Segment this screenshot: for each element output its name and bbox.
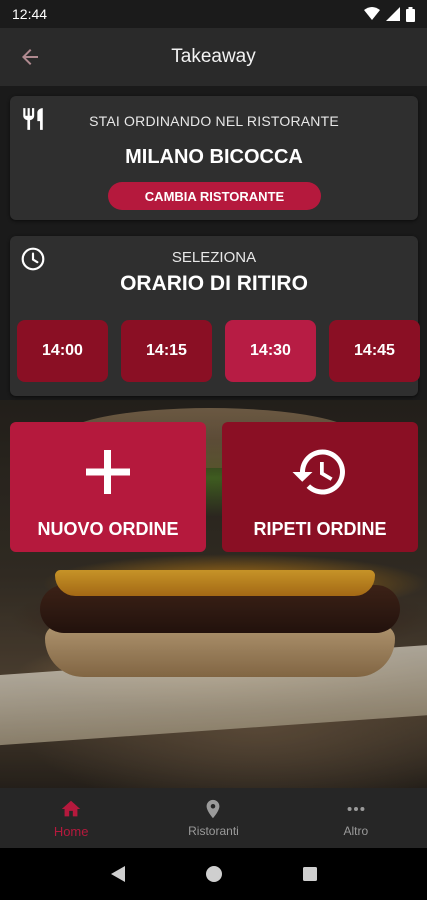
new-order-label: NUOVO ORDINE	[37, 519, 179, 539]
nav-item-altro[interactable]: Altro	[285, 788, 427, 848]
wifi-icon	[364, 7, 380, 20]
nav-item-home[interactable]: Home	[0, 788, 142, 848]
back-arrow-icon[interactable]	[18, 45, 42, 69]
nav-label-ristoranti: Ristoranti	[188, 824, 239, 838]
nav-label-altro: Altro	[343, 824, 369, 838]
plus-icon	[86, 450, 130, 494]
location-pin-icon	[207, 799, 220, 819]
time-slot-list: 14:00 14:15 14:30 14:45	[17, 320, 420, 382]
restaurant-card: STAI ORDINANDO NEL RISTORANTE MILANO BIC…	[10, 96, 418, 220]
nav-item-ristoranti[interactable]: Ristoranti	[142, 788, 284, 848]
restaurant-prefix: STAI ORDINANDO NEL RISTORANTE	[89, 113, 339, 129]
pickup-title: ORARIO DI RITIRO	[120, 272, 308, 295]
time-slot-1400[interactable]: 14:00	[17, 320, 108, 382]
new-order-button[interactable]: NUOVO ORDINE	[10, 422, 206, 552]
signal-icon	[386, 7, 400, 21]
time-slot-1415[interactable]: 14:15	[121, 320, 212, 382]
status-time: 12:44	[12, 6, 48, 22]
more-dots-icon	[347, 806, 365, 812]
system-navigation-bar	[0, 848, 427, 900]
time-slot-1445[interactable]: 14:45	[329, 320, 420, 382]
home-icon	[61, 800, 81, 816]
pickup-prefix: SELEZIONA	[171, 249, 257, 266]
app-bar: Takeaway	[0, 28, 427, 86]
bottom-navigation: Home Ristoranti Altro	[0, 788, 427, 848]
nav-label-home: Home	[53, 823, 89, 839]
status-bar: 12:44	[0, 0, 427, 28]
system-home-icon[interactable]	[205, 865, 223, 883]
system-recents-icon[interactable]	[302, 866, 318, 882]
status-icons	[364, 6, 415, 22]
battery-icon	[406, 6, 415, 22]
repeat-order-label: RIPETI ORDINE	[253, 519, 387, 539]
time-slot-1430[interactable]: 14:30	[225, 320, 316, 382]
page-title: Takeaway	[171, 46, 256, 67]
pickup-time-card: SELEZIONA ORARIO DI RITIRO 14:00 14:15 1…	[10, 236, 420, 396]
history-icon	[292, 449, 345, 495]
system-back-icon[interactable]	[110, 865, 126, 883]
repeat-order-button[interactable]: RIPETI ORDINE	[222, 422, 418, 552]
restaurant-name: MILANO BICOCCA	[125, 146, 303, 168]
change-restaurant-button[interactable]: CAMBIA RISTORANTE	[108, 182, 321, 210]
